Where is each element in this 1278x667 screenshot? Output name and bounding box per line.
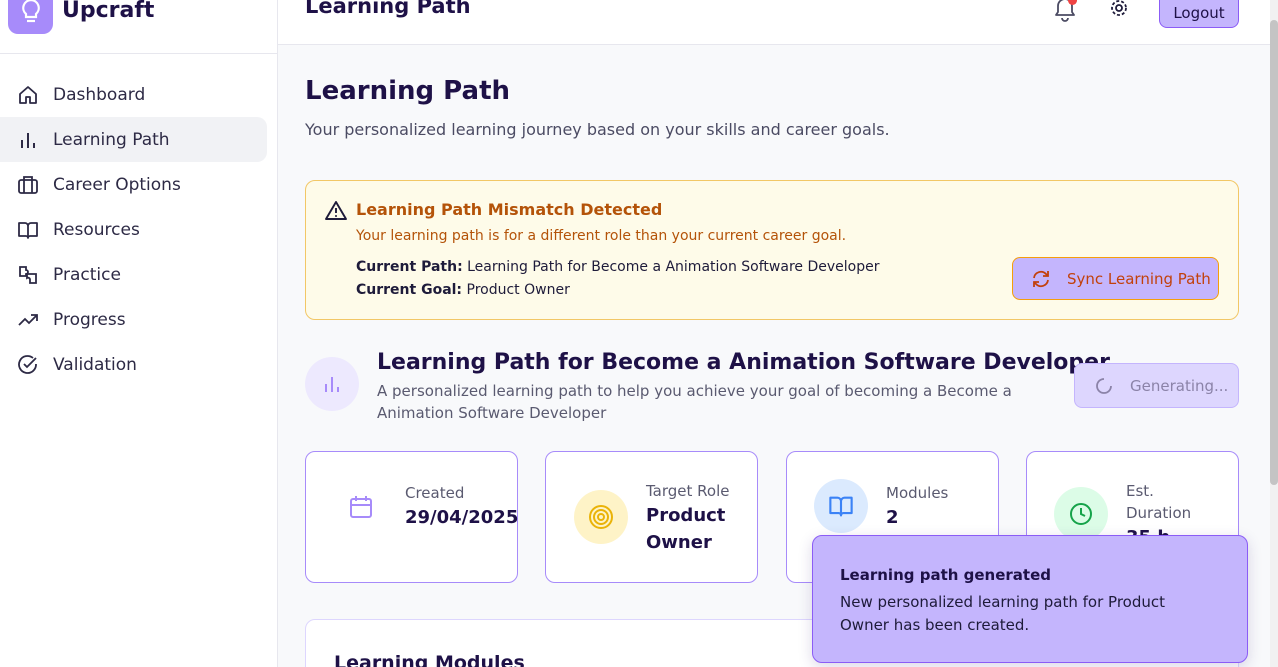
sidebar-item-dashboard[interactable]: Dashboard <box>0 72 267 117</box>
sidebar-item-resources[interactable]: Resources <box>0 207 267 252</box>
toast-description: New personalized learning path for Produ… <box>840 593 1165 634</box>
trending-up-icon <box>17 309 39 331</box>
current-goal-line: Current Goal: Product Owner <box>356 282 570 298</box>
stat-label: Target Role <box>646 482 730 500</box>
scrollbar-thumb[interactable] <box>1270 20 1278 485</box>
sidebar-nav: Dashboard Learning Path Career Options R… <box>0 72 277 387</box>
stat-card-target-role: Target Role Product Owner <box>545 451 758 583</box>
sidebar-item-career-options[interactable]: Career Options <box>0 162 267 207</box>
current-path-value: Learning Path for Become a Animation Sof… <box>467 259 880 275</box>
stat-value: 2 <box>886 507 899 528</box>
sidebar-item-label: Career Options <box>53 174 181 195</box>
page-title: Learning Path <box>305 76 511 106</box>
sidebar-item-label: Validation <box>53 354 137 375</box>
sidebar-item-practice[interactable]: Practice <box>0 252 267 297</box>
clock-icon <box>1054 487 1108 541</box>
generating-button[interactable]: Generating... <box>1074 363 1239 408</box>
calendar-icon <box>334 480 388 534</box>
header-title: Learning Path <box>305 0 471 18</box>
refresh-icon <box>1031 269 1051 289</box>
stat-card-created: Created 29/04/2025 <box>305 451 518 583</box>
sidebar-item-label: Learning Path <box>53 129 170 150</box>
stat-value-line1: Product <box>646 505 726 526</box>
briefcase-icon <box>17 174 39 196</box>
stat-value: 29/04/2025 <box>405 507 519 528</box>
page-scrollbar[interactable] <box>1270 0 1278 667</box>
stat-value-line2: Owner <box>646 532 712 553</box>
sync-label: Sync Learning Path <box>1067 269 1211 288</box>
current-goal-label: Current Goal: <box>356 282 463 298</box>
lightbulb-icon <box>8 0 53 34</box>
alert-title: Learning Path Mismatch Detected <box>356 200 663 219</box>
toast-title: Learning path generated <box>840 566 1052 584</box>
mismatch-alert: Learning Path Mismatch Detected Your lea… <box>305 180 1239 320</box>
top-header: Learning Path Logout <box>278 0 1278 45</box>
current-goal-value: Product Owner <box>466 282 570 298</box>
logout-button[interactable]: Logout <box>1159 0 1239 28</box>
learning-path-title: Learning Path for Become a Animation Sof… <box>377 350 1110 375</box>
learning-path-description: A personalized learning path to help you… <box>377 382 1012 422</box>
toast-notification[interactable]: Learning path generated New personalized… <box>812 535 1248 663</box>
stat-label-line2: Duration <box>1126 504 1192 522</box>
page-subtitle: Your personalized learning journey based… <box>305 120 890 139</box>
current-path-line: Current Path: Learning Path for Become a… <box>356 259 879 275</box>
home-icon <box>17 84 39 106</box>
stat-label: Modules <box>886 484 949 502</box>
stat-label-line1: Est. <box>1126 482 1154 500</box>
sidebar-item-label: Dashboard <box>53 84 146 105</box>
sidebar-item-label: Resources <box>53 219 140 240</box>
sidebar-item-label: Practice <box>53 264 121 285</box>
warning-icon <box>324 199 348 223</box>
alert-description: Your learning path is for a different ro… <box>356 228 847 244</box>
target-icon <box>574 490 628 544</box>
sidebar-item-label: Progress <box>53 309 126 330</box>
generating-label: Generating... <box>1130 376 1229 395</box>
brand: Upcraft <box>0 0 277 54</box>
bar-chart-icon <box>17 129 39 151</box>
stat-label: Created <box>405 484 465 502</box>
sidebar: Upcraft Dashboard Learning Path Career O… <box>0 0 278 667</box>
sync-learning-path-button[interactable]: Sync Learning Path <box>1012 257 1219 300</box>
learning-modules-title: Learning Modules <box>334 652 525 667</box>
brand-name[interactable]: Upcraft <box>62 0 154 23</box>
check-circle-icon <box>17 354 39 376</box>
spinner-icon <box>1095 377 1113 395</box>
book-open-icon <box>814 479 868 533</box>
current-path-label: Current Path: <box>356 259 463 275</box>
book-open-icon <box>17 219 39 241</box>
sidebar-item-progress[interactable]: Progress <box>0 297 267 342</box>
puzzle-icon <box>17 264 39 286</box>
sidebar-item-validation[interactable]: Validation <box>0 342 267 387</box>
gear-icon[interactable] <box>1108 0 1130 20</box>
sidebar-item-learning-path[interactable]: Learning Path <box>0 117 267 162</box>
bar-chart-icon <box>305 357 359 411</box>
